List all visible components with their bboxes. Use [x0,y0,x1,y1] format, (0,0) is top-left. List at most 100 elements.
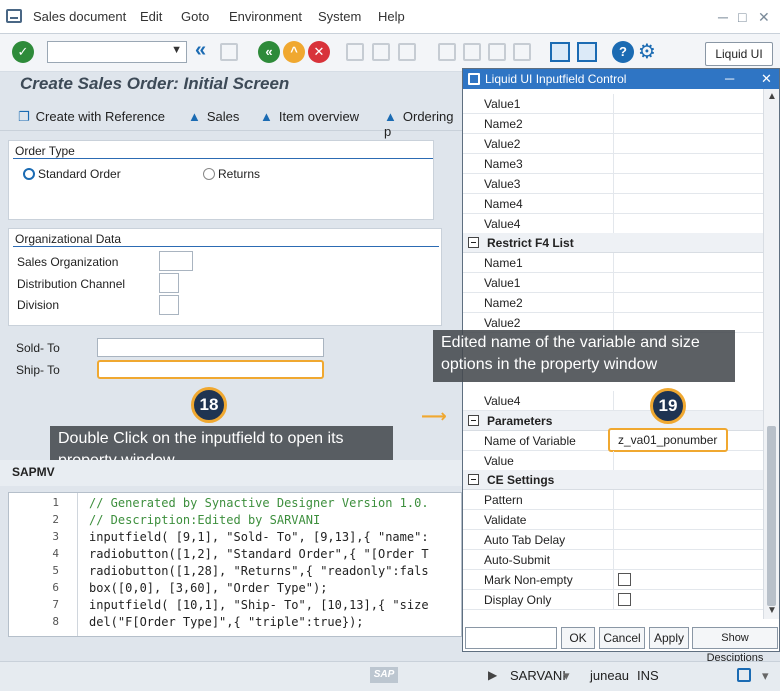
step-18-badge: 18 [191,387,227,423]
property-value[interactable] [613,114,763,133]
gear-icon[interactable]: ⚙ [638,39,656,64]
collapse-icon[interactable] [468,237,479,248]
ordering-party-button[interactable]: ▲ Ordering p [384,109,462,139]
returns-radio[interactable] [203,168,215,180]
apply-button[interactable]: Apply [649,627,689,649]
close-icon[interactable]: ✕ [761,69,772,89]
ship-to-input[interactable] [97,360,324,379]
property-row[interactable]: Name2 [463,293,763,313]
property-row[interactable]: Validate [463,510,763,530]
header-arrow-icon: ▲ [384,109,397,124]
sales-organization-input[interactable] [159,251,193,271]
property-row[interactable]: Value2 [463,134,763,154]
collapse-icon[interactable] [468,415,479,426]
status-menu-icon[interactable]: ▾ [762,668,769,684]
menu-help[interactable]: Help [378,9,405,24]
property-row[interactable]: Value1 [463,273,763,293]
property-value[interactable] [613,451,763,470]
property-scrollbar[interactable]: ▲ ▼ [763,89,779,619]
property-value[interactable] [613,273,763,292]
command-field[interactable]: ▼ [47,41,187,63]
help-icon[interactable]: ? [612,41,634,63]
collapse-icon[interactable] [468,474,479,485]
property-row[interactable]: Mark Non-empty [463,570,763,590]
status-user-dropdown-icon[interactable]: ▾ [563,668,570,684]
code-editor[interactable]: 1 // Generated by Synactive Designer Vers… [8,492,462,637]
show-descriptions-button[interactable]: Show Desciptions [692,627,778,664]
distribution-channel-input[interactable] [159,273,179,293]
property-value[interactable] [613,214,763,233]
menu-system[interactable]: System [318,9,361,24]
property-value[interactable] [613,490,763,509]
property-row[interactable]: Value [463,451,763,471]
cancel-button[interactable]: Cancel [599,627,645,649]
property-value[interactable] [613,293,763,312]
property-value[interactable] [613,530,763,549]
property-row[interactable]: Auto Tab Delay [463,530,763,550]
property-name: Value [484,454,514,468]
property-value [613,570,763,589]
minimize-icon[interactable]: ─ [718,9,728,25]
maximize-icon[interactable]: □ [738,9,746,25]
lock-icon[interactable] [737,668,751,682]
property-row[interactable]: Name3 [463,154,763,174]
display-only-checkbox[interactable] [618,593,631,606]
last-page-icon [513,43,531,61]
scroll-up-icon[interactable]: ▲ [767,91,777,102]
property-name: Mark Non-empty [484,573,573,587]
sold-to-input[interactable] [97,338,324,357]
property-value[interactable] [613,174,763,193]
status-bar: SAP ▶ SARVANI ▾ juneau INS ▾ [0,661,780,691]
new-session-icon[interactable] [550,42,570,62]
shortcut-icon[interactable] [577,42,597,62]
restrict-f4-category[interactable]: Restrict F4 List [463,233,763,253]
create-with-reference-label: Create with Reference [35,109,165,124]
property-row[interactable]: Display Only [463,590,763,610]
division-input[interactable] [159,295,179,315]
property-value[interactable] [613,510,763,529]
app-window-icon[interactable] [6,9,22,23]
liquid-ui-button[interactable]: Liquid UI [705,42,773,66]
menu-sales-document[interactable]: Sales document [33,9,126,24]
property-value[interactable] [613,391,763,410]
ok-button[interactable]: OK [561,627,595,649]
editor-tab[interactable]: SAPMV [12,465,55,479]
property-value[interactable] [613,253,763,272]
standard-order-radio[interactable] [23,168,35,180]
property-value[interactable] [613,550,763,569]
status-expand-icon[interactable]: ▶ [488,668,497,682]
cancel-icon[interactable]: ✕ [308,41,330,63]
close-window-icon[interactable]: ✕ [758,9,770,26]
menu-environment[interactable]: Environment [229,9,302,24]
property-value[interactable] [613,154,763,173]
property-row[interactable]: Value4 [463,214,763,234]
scrollbar-thumb[interactable] [767,426,776,606]
property-row[interactable]: Name2 [463,114,763,134]
property-row[interactable]: Value4 [463,391,763,411]
item-overview-button[interactable]: ▲ Item overview [260,109,359,124]
line-number: 1 [52,496,59,509]
property-row[interactable]: Value1 [463,94,763,114]
order-type-groupbox: Order Type Standard Order Returns [8,140,434,220]
property-value[interactable] [613,94,763,113]
menu-goto[interactable]: Goto [181,9,209,24]
property-row[interactable]: Name1 [463,253,763,273]
create-with-reference-button[interactable]: ❐ Create with Reference [18,109,165,125]
property-row[interactable]: Value3 [463,174,763,194]
menu-edit[interactable]: Edit [140,9,162,24]
back-icon[interactable]: « [258,41,280,63]
ce-settings-category[interactable]: CE Settings [463,470,763,490]
scroll-down-icon[interactable]: ▼ [767,605,777,616]
enter-check-icon[interactable]: ✓ [12,41,34,63]
property-row[interactable]: Pattern [463,490,763,510]
mark-non-empty-checkbox[interactable] [618,573,631,586]
minimize-icon[interactable]: ─ [725,69,734,89]
property-row[interactable]: Name4 [463,194,763,214]
property-row[interactable]: Auto-Submit [463,550,763,570]
exit-icon[interactable]: ^ [283,41,305,63]
name-of-variable-input[interactable]: z_va01_ponumber [608,428,728,452]
property-value[interactable] [613,194,763,213]
sales-button[interactable]: ▲ Sales [188,109,239,124]
rewind-icon[interactable]: « [195,39,206,62]
property-value[interactable] [613,134,763,153]
